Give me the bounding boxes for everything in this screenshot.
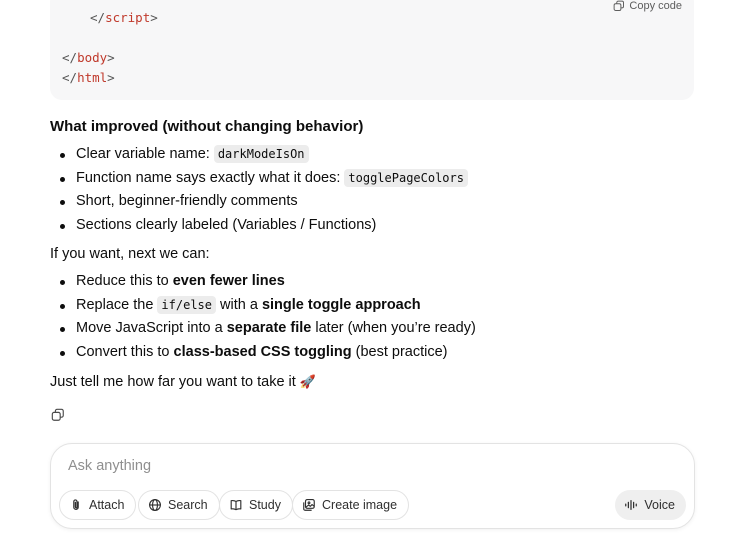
inline-code: if/else xyxy=(157,295,216,314)
improvements-list: Clear variable name: darkModeIsOn Functi… xyxy=(50,143,468,237)
book-icon xyxy=(230,499,242,511)
chat-page: </script> </body> </html> Copy code What… xyxy=(0,0,736,536)
paperclip-icon xyxy=(73,499,79,510)
voice-button[interactable]: Voice xyxy=(615,490,686,520)
response-heading: What improved (without changing behavior… xyxy=(50,118,364,135)
code-line-script-close: </script> xyxy=(90,10,158,25)
image-icon xyxy=(303,499,315,511)
voice-waveform-icon xyxy=(625,500,638,510)
composer: Attach Search Study Create image xyxy=(50,443,695,529)
list-item: Replace the if/else with a single toggle… xyxy=(50,294,476,318)
closing-line: Just tell me how far you want to take it… xyxy=(50,374,317,390)
copy-code-button[interactable]: Copy code xyxy=(613,0,682,12)
code-line-body-close: </body> xyxy=(62,50,115,65)
next-intro: If you want, next we can: xyxy=(50,246,210,262)
list-item: Reduce this to even fewer lines xyxy=(50,270,476,294)
list-item: Short, beginner-friendly comments xyxy=(50,190,468,214)
copy-message-icon[interactable] xyxy=(51,408,65,422)
inline-code: togglePageColors xyxy=(344,168,468,187)
code-block: </script> </body> </html> Copy code xyxy=(50,0,694,100)
rocket-emoji: 🚀 xyxy=(299,374,317,389)
copy-icon xyxy=(614,0,625,11)
study-button[interactable]: Study xyxy=(219,490,293,520)
list-item: Convert this to class-based CSS toggling… xyxy=(50,341,476,365)
search-button[interactable]: Search xyxy=(138,490,220,520)
code-line-html-close: </html> xyxy=(62,70,115,85)
next-steps-list: Reduce this to even fewer lines Replace … xyxy=(50,270,476,364)
ask-input[interactable] xyxy=(68,458,668,474)
create-image-button[interactable]: Create image xyxy=(292,490,410,520)
list-item: Sections clearly labeled (Variables / Fu… xyxy=(50,214,468,238)
attach-button[interactable]: Attach xyxy=(59,490,137,520)
list-item: Clear variable name: darkModeIsOn xyxy=(50,143,468,167)
inline-code: darkModeIsOn xyxy=(213,145,309,163)
list-item: Move JavaScript into a separate file lat… xyxy=(50,317,476,341)
globe-icon xyxy=(149,499,161,511)
list-item: Function name says exactly what it does:… xyxy=(50,167,468,191)
copy-code-label: Copy code xyxy=(629,0,682,12)
